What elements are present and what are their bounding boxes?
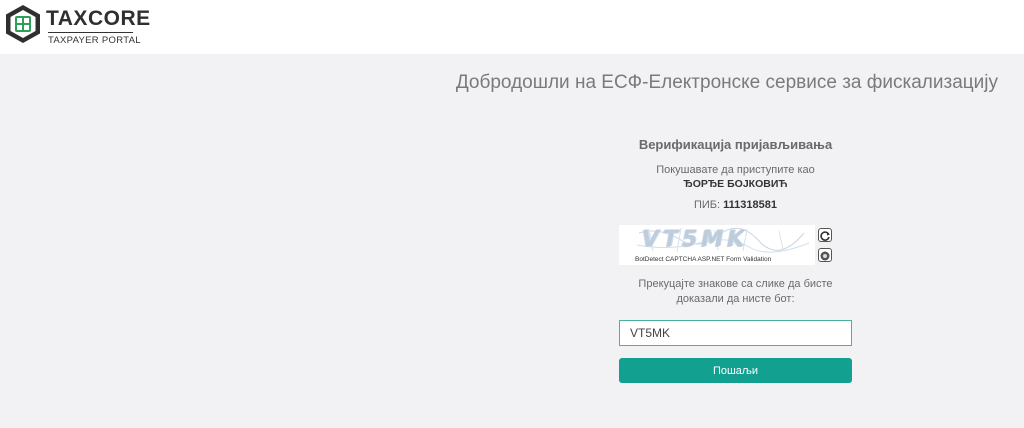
captcha-box: VT5MK BotDetect CAPTCHA ASP.NET Form Val…: [619, 225, 815, 265]
hexagon-logo-icon: [6, 5, 40, 43]
submit-button[interactable]: Пошаљи: [619, 358, 852, 383]
taxcore-logo[interactable]: TAXCORE TAXPAYER PORTAL: [4, 4, 150, 46]
pib-label: ПИБ:: [693, 199, 721, 211]
pib-row: ПИБ: 111318581: [619, 199, 852, 211]
captcha-image: VT5MK: [619, 225, 815, 255]
captcha-caption: BotDetect CAPTCHA ASP.NET Form Validatio…: [635, 256, 772, 263]
header: TAXCORE TAXPAYER PORTAL: [0, 0, 1024, 54]
verification-panel: Верификација пријављивања Покушавате да …: [619, 134, 852, 211]
reload-icon[interactable]: [818, 228, 832, 242]
pib-value: 111318581: [723, 199, 777, 211]
welcome-heading: Добродошли на ЕСФ-Електронске сервисе за…: [455, 72, 998, 93]
logo-divider: [48, 32, 133, 33]
logo-title: TAXCORE: [46, 7, 151, 30]
verification-title: Верификација пријављивања: [638, 137, 833, 152]
user-name: ЂОРЂЕ БОЈКОВИЋ: [683, 178, 788, 190]
captcha-code-input[interactable]: [619, 320, 852, 346]
sound-icon[interactable]: [818, 248, 832, 262]
captcha-text: VT5MK: [642, 227, 749, 252]
logo-subtitle: TAXPAYER PORTAL: [48, 35, 141, 46]
captcha-prompt: Прекуцајте знакове са слике да бисте док…: [638, 278, 833, 305]
attempt-text: Покушавате да приступите као: [656, 164, 815, 176]
